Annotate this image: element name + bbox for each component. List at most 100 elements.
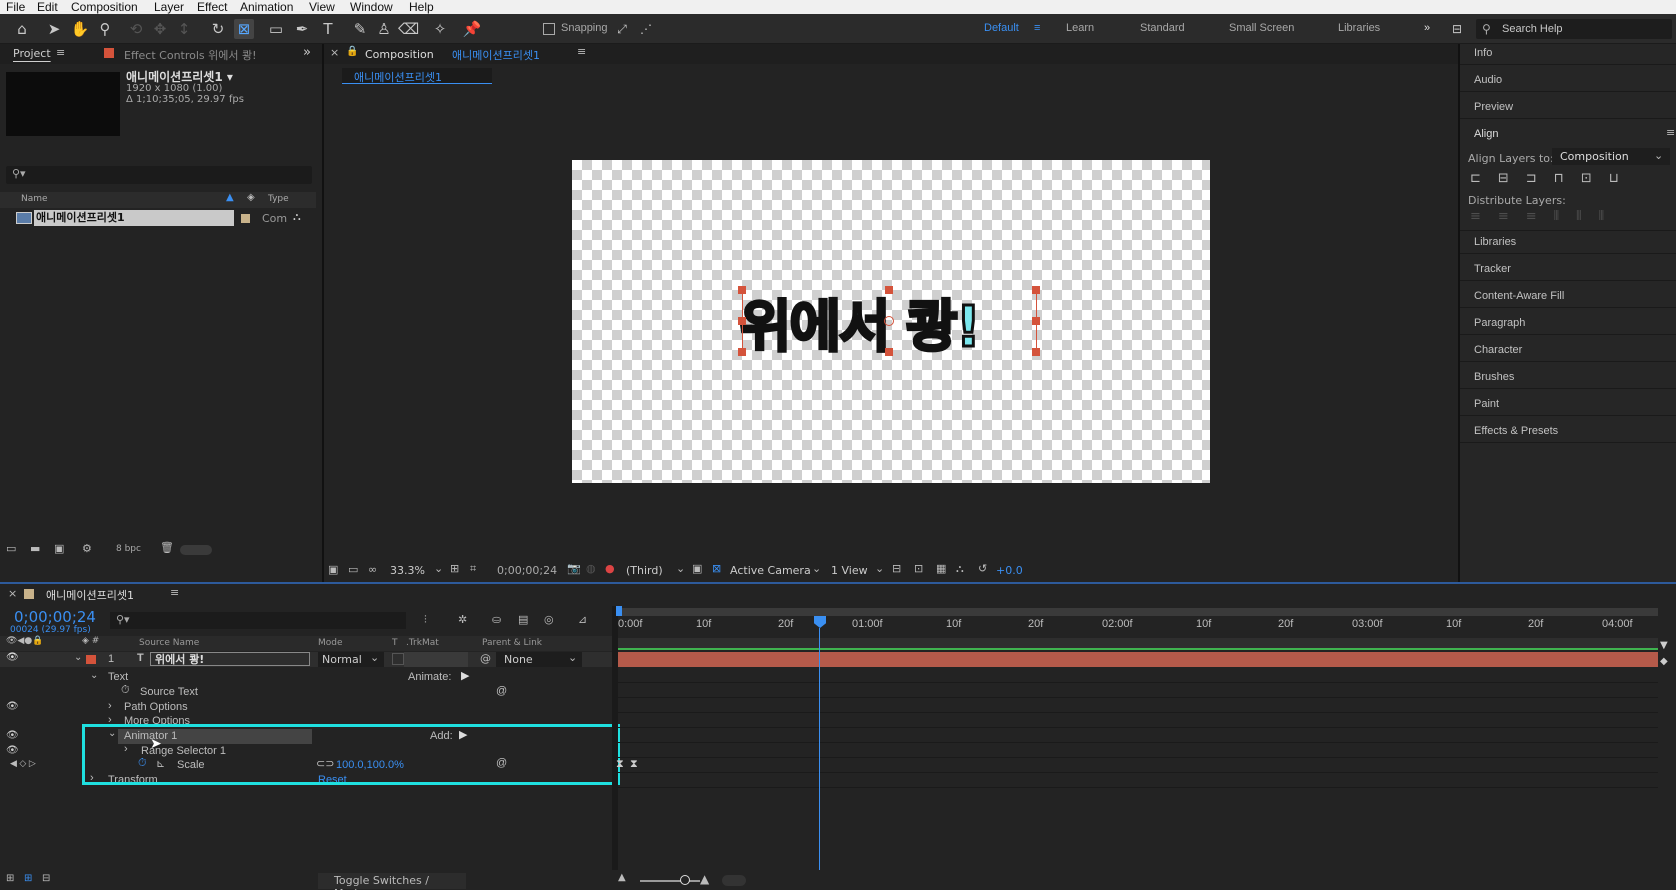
always-preview-icon[interactable]: ▣ — [328, 563, 338, 576]
layer-name[interactable]: 위에서 쾅! — [150, 652, 310, 666]
new-composition-icon[interactable]: ▣ — [54, 542, 64, 555]
project-settings-icon[interactable]: ⚙ — [82, 542, 92, 555]
align-layers-to-select[interactable]: Composition ⌄ — [1552, 148, 1670, 165]
rotation-tool-icon[interactable]: ↻ — [208, 19, 228, 39]
clone-stamp-tool-icon[interactable]: ♙ — [374, 19, 394, 39]
col-trkmat[interactable]: .TrkMat — [406, 638, 439, 648]
chevron-down-icon[interactable]: ⌄ — [812, 562, 821, 575]
zoom-slider-thumb[interactable] — [680, 875, 690, 885]
transparency-grid-icon[interactable]: ⊠ — [712, 562, 721, 575]
eye-icon[interactable]: 👁 — [6, 730, 19, 741]
eye-icon[interactable]: 👁 — [6, 701, 19, 712]
new-folder-icon[interactable]: ▬ — [30, 542, 40, 555]
type-tool-icon[interactable]: T — [318, 19, 338, 39]
align-buttons[interactable]: ⊏⊟⊐⊓⊡⊔ — [1470, 171, 1636, 186]
mask-visibility-icon[interactable]: ∞ — [368, 563, 377, 576]
toggle-pixel-aspect-icon[interactable]: ⊟ — [892, 562, 901, 575]
shy-layers-icon[interactable]: ⛀ — [492, 613, 501, 626]
keyframe-navigator-icon[interactable]: ◀ ◇ ▷ — [10, 758, 36, 769]
distribute-buttons[interactable]: ≡≡≡⫴⫴⫴ — [1470, 209, 1621, 224]
timeline-menu-icon[interactable]: ≡ — [170, 586, 179, 599]
layer-out-icon[interactable]: ◆ — [1660, 656, 1668, 667]
pick-whip-icon[interactable]: @ — [480, 652, 491, 665]
menu-layer[interactable]: Layer — [154, 0, 184, 14]
menu-edit[interactable]: Edit — [37, 0, 58, 14]
keyframe-icon[interactable]: ⧗ — [630, 757, 638, 771]
camera-select[interactable]: Active Camera — [730, 564, 811, 577]
panel-tracker[interactable]: Tracker — [1474, 263, 1511, 275]
brush-tool-icon[interactable]: ✎ — [350, 19, 370, 39]
chevron-down-icon[interactable]: ⌄ — [74, 652, 82, 663]
col-mode[interactable]: Mode — [318, 638, 343, 648]
panel-paragraph[interactable]: Paragraph — [1474, 317, 1525, 329]
transform-handle[interactable] — [1032, 286, 1040, 294]
tab-project[interactable]: Project — [13, 47, 51, 60]
prop-source-text[interactable]: Source Text — [140, 686, 198, 698]
home-icon[interactable]: ⌂ — [12, 19, 32, 39]
col-parent[interactable]: Parent & Link — [482, 638, 542, 648]
workspace-libraries[interactable]: Libraries — [1338, 22, 1380, 34]
zoom-out-icon[interactable]: ▲ — [618, 872, 626, 883]
thumbnail-size-slider[interactable] — [180, 545, 212, 555]
tab-effect-controls[interactable]: Effect Controls 위에서 쾅! — [124, 47, 257, 63]
flowchart-icon[interactable]: ⛬ — [956, 562, 964, 576]
rectangle-tool-icon[interactable]: ▭ — [266, 19, 286, 39]
time-navigator-end-icon[interactable]: ▼ — [1660, 640, 1668, 651]
col-name[interactable]: Name — [21, 194, 48, 204]
color-channels-icon[interactable]: ● — [605, 562, 615, 575]
composition-mini-flowchart-icon[interactable]: ⫶ — [424, 613, 427, 627]
anchor-point-icon[interactable] — [884, 316, 894, 326]
roto-brush-tool-icon[interactable]: ✧ — [430, 19, 450, 39]
transform-handle[interactable] — [1032, 317, 1040, 325]
viewer-tab-label[interactable]: Composition — [365, 48, 434, 61]
prop-path-options[interactable]: Path Options — [124, 701, 188, 713]
workspace-standard[interactable]: Standard — [1140, 22, 1185, 34]
chevron-down-icon[interactable]: ⌄ — [90, 670, 98, 681]
resolution-select[interactable]: (Third) — [626, 564, 663, 577]
col-source-name[interactable]: Source Name — [139, 638, 199, 648]
workspace-menu-icon[interactable]: ≡ — [1034, 22, 1040, 34]
timeline-zoom-slider[interactable] — [640, 880, 700, 882]
workspace-overflow[interactable]: » — [1424, 22, 1430, 34]
graph-editor-icon[interactable]: ⊿ — [578, 613, 587, 626]
transform-handle[interactable] — [738, 348, 746, 356]
orbit-tool-icon[interactable]: ⟲ — [126, 19, 146, 39]
col-type[interactable]: Type — [268, 194, 289, 204]
lock-icon[interactable]: 🔒 — [346, 46, 358, 57]
snapping-checkbox[interactable] — [543, 23, 555, 35]
transfer-controls-icon[interactable]: ⊞ — [24, 873, 32, 884]
menu-composition[interactable]: Composition — [71, 0, 138, 14]
search-help-field[interactable]: ⚲ Search Help — [1476, 19, 1672, 39]
parent-select[interactable]: None ⌄ — [496, 651, 582, 667]
work-area-bar[interactable] — [618, 608, 1658, 616]
panel-effects-presets[interactable]: Effects & Presets — [1474, 425, 1558, 437]
menu-file[interactable]: File — [6, 0, 25, 14]
flowchart-icon[interactable]: ⛬ — [293, 210, 301, 224]
panel-audio[interactable]: Audio — [1474, 74, 1502, 86]
workspace-default[interactable]: Default — [984, 22, 1019, 34]
region-of-interest-icon[interactable]: ⌗ — [470, 562, 476, 576]
transform-handle[interactable] — [885, 286, 893, 294]
chevron-right-icon[interactable]: › — [108, 700, 112, 712]
timeline-scrollbar[interactable] — [722, 875, 746, 886]
selection-tool-icon[interactable]: ➤ — [44, 19, 64, 39]
bit-depth[interactable]: 8 bpc — [116, 544, 141, 554]
fast-previews-icon[interactable]: ▣ — [692, 562, 702, 575]
timing-icon[interactable]: ⊟ — [42, 873, 50, 884]
monitor-icon[interactable]: ▭ — [348, 563, 358, 576]
transform-handle[interactable] — [885, 348, 893, 356]
workspace-learn[interactable]: Learn — [1066, 22, 1094, 34]
eye-icon[interactable]: 👁 — [6, 745, 19, 756]
snapshot-icon[interactable]: 📷 — [567, 562, 581, 575]
interpret-footage-icon[interactable]: ▭ — [6, 542, 16, 555]
timeline-tab-label[interactable]: 애니메이션프리셋1 — [46, 587, 134, 603]
transform-handle[interactable] — [738, 317, 746, 325]
playhead-line[interactable] — [819, 628, 820, 874]
panel-character[interactable]: Character — [1474, 344, 1522, 356]
zoom-select[interactable]: 33.3% — [390, 564, 425, 577]
layer-row[interactable]: 👁 ⌄ 1 T 위에서 쾅! Normal ⌄ @ None ⌄ — [0, 651, 612, 667]
layer-switches-icon[interactable]: ⊞ — [6, 873, 14, 884]
current-timecode[interactable]: 0;00;00;24 — [14, 608, 96, 626]
chevron-down-icon[interactable]: ⌄ — [676, 562, 685, 575]
project-search-input[interactable]: ⚲▾ — [6, 166, 312, 184]
